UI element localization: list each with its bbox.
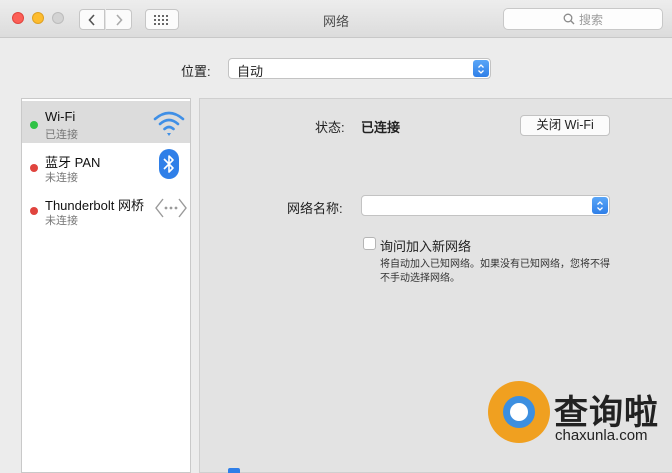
status-dot [30, 164, 38, 172]
service-item-bluetooth-pan[interactable]: 蓝牙 PAN 未连接 [22, 144, 190, 186]
service-status: 未连接 [45, 172, 78, 184]
network-name-label: 网络名称: [287, 201, 343, 216]
service-item-wifi[interactable]: Wi-Fi 已连接 [22, 101, 190, 143]
service-status: 未连接 [45, 215, 78, 227]
thunderbolt-bridge-icon [155, 198, 187, 218]
location-label: 位置: [181, 64, 211, 79]
updown-icon [473, 60, 489, 77]
network-name-select[interactable] [361, 195, 610, 216]
ask-join-label: 询问加入新网络 [380, 239, 472, 254]
updown-icon [592, 197, 608, 214]
wifi-icon [153, 111, 185, 136]
search-placeholder: 搜索 [578, 12, 603, 27]
bottom-checkbox[interactable] [228, 468, 240, 473]
watermark-logo-inner [503, 396, 535, 428]
service-name: Wi-Fi [45, 109, 76, 124]
service-item-thunderbolt-bridge[interactable]: Thunderbolt 网桥 未连接 [22, 187, 190, 229]
service-list: Wi-Fi 已连接 蓝牙 PAN 未连接 Thunderbolt 网桥 未连接 [21, 98, 191, 473]
service-status: 已连接 [45, 129, 78, 141]
location-select[interactable]: 自动 [228, 58, 491, 79]
status-dot [30, 207, 38, 215]
title-bar: 网络 搜索 [0, 0, 672, 38]
status-dot [30, 121, 38, 129]
ask-join-description: 将自动加入已知网络。如果没有已知网络，您将不得不手动选择网络。 [380, 259, 610, 284]
status-value: 已连接 [361, 120, 401, 135]
watermark-url: chaxunla.com [555, 427, 648, 444]
ask-join-checkbox[interactable] [363, 237, 376, 250]
search-icon [563, 13, 575, 25]
location-value: 自动 [237, 64, 264, 79]
search-input[interactable]: 搜索 [503, 8, 663, 30]
bluetooth-icon [159, 149, 179, 179]
turn-wifi-off-button[interactable]: 关闭 Wi-Fi [520, 115, 610, 136]
status-label: 状态: [315, 120, 345, 135]
